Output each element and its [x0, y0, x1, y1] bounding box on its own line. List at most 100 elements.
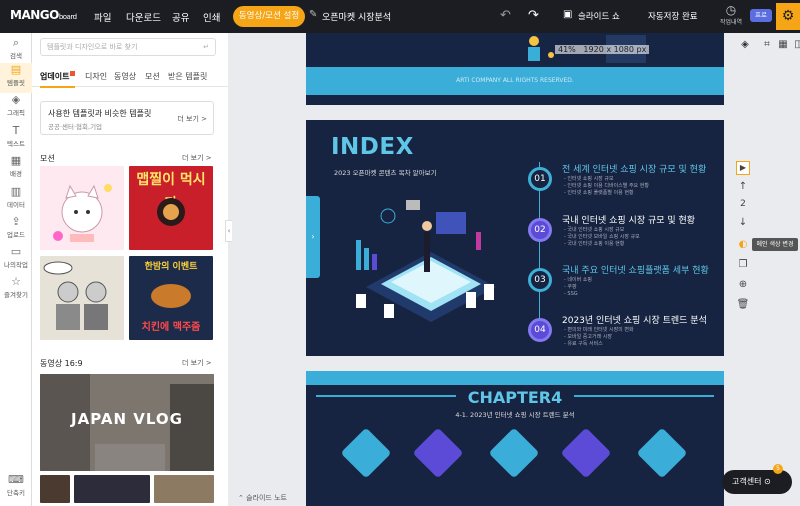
menu-download[interactable]: 다운로드	[126, 10, 161, 24]
tab-video[interactable]: 동영상	[114, 71, 136, 82]
rail-item-shortcut[interactable]: ⌨ 단축키	[0, 473, 32, 503]
slide1-illustration	[528, 35, 646, 63]
grid-icon[interactable]: ▦	[776, 39, 790, 50]
menu-file[interactable]: 파일	[94, 10, 111, 24]
arrow-up-icon[interactable]: ↑	[736, 181, 750, 192]
recommend-title: 사용한 템플릿과 비슷한 템플릿	[48, 109, 152, 118]
slide-3-chapter[interactable]: CHAPTER4 4-1. 2023년 인터넷 쇼핑 시장 트렌드 분석	[306, 371, 724, 506]
document-title[interactable]: 오픈마켓 시장분석	[322, 10, 391, 23]
save-status: 자동저장 완료	[648, 12, 698, 22]
rail-item-text[interactable]: T 텍스트	[0, 124, 32, 154]
motion-section-title: 모션	[40, 154, 55, 163]
slide-1[interactable]: ARTI COMPANY ALL RIGHTS RESERVED.	[306, 33, 724, 105]
recommend-card[interactable]: 사용한 템플릿과 비슷한 템플릿 공공·센터·협회,기업 더 보기 >	[40, 101, 214, 135]
slide-note-toggle[interactable]: ⌃ 슬라이드 노트	[232, 491, 322, 506]
tab-update[interactable]: 업데이트	[40, 71, 76, 88]
people-illustration	[43, 261, 108, 330]
index-number: 02	[528, 218, 552, 242]
edit-icon: ✎	[309, 9, 318, 20]
graphic-icon: ◈	[11, 93, 21, 106]
rail-item-favorites[interactable]: ☆ 즐겨찾기	[0, 275, 32, 305]
motion-more-link[interactable]: 더 보기 >	[182, 153, 212, 163]
rail-item-my-work[interactable]: ▭ 나의작업	[0, 245, 32, 275]
arrow-down-icon[interactable]: ↓	[736, 217, 750, 228]
template-thumb-small[interactable]	[74, 475, 150, 503]
index-number: 04	[528, 318, 552, 342]
index-item-title: 2023년 인터넷 쇼핑 시장 트렌드 분석	[562, 316, 707, 326]
rail-item-background[interactable]: ▦ 배경	[0, 154, 32, 184]
index-item-desc: - 편의와 미래 인터넷 시장의 변화 - 모바일 중고거래 시장 - 유료 구독 …	[564, 327, 634, 347]
rail-item-graphic[interactable]: ◈ 그래픽	[0, 93, 32, 123]
trash-icon[interactable]: 🗑	[736, 299, 750, 310]
template-thumb-cat[interactable]	[40, 166, 124, 250]
rail-item-search[interactable]: ⌕ 검색	[0, 36, 32, 66]
index-item-desc: - 인터넷 쇼핑 시장 규모 - 인터넷 쇼핑 이용 디바이스별 주요 현황 - 인…	[564, 176, 649, 196]
recommend-more-link[interactable]: 더 보기 >	[177, 114, 207, 124]
menu-share[interactable]: 공유	[172, 10, 189, 24]
menu-print[interactable]: 인쇄	[203, 10, 220, 24]
video-thumb-title: JAPAN VLOG	[71, 410, 183, 428]
rail-item-template[interactable]: ▤ 템플릿	[0, 63, 32, 93]
layers-icon[interactable]: ◈	[738, 39, 752, 50]
undo-icon[interactable]: ↶	[500, 8, 511, 23]
index-item-title: 국내 주요 인터넷 쇼핑플랫폼 세부 현황	[562, 266, 709, 276]
index-item-title: 국내 인터넷 쇼핑 시장 규모 및 현황	[562, 216, 696, 226]
redo-icon[interactable]: ↷	[528, 8, 539, 23]
search-input[interactable]: 템플릿과 디자인으로 바로 찾기 ↵	[40, 38, 216, 56]
chat-icon: ⊙	[764, 477, 771, 486]
gear-icon[interactable]: ⚙	[776, 3, 800, 30]
index-item-title: 전 세계 인터넷 쇼핑 시장 규모 및 현황	[562, 165, 707, 175]
rail-item-upload[interactable]: ⇪ 업로드	[0, 215, 32, 245]
template-thumb-small[interactable]	[40, 475, 70, 503]
template-thumb-elderly[interactable]	[40, 256, 124, 340]
tab-design[interactable]: 디자인	[85, 71, 107, 82]
help-center-button[interactable]: 고객센터 ⊙	[722, 470, 792, 494]
duplicate-icon[interactable]: ❐	[736, 259, 750, 270]
history-icon: ◷	[725, 3, 737, 17]
slideshow-icon[interactable]: ▣	[563, 9, 572, 20]
slide-2-index[interactable]: INDEX 2023 오픈마켓 콘텐츠 목차 알아보기 01 전 세계 인터넷 …	[306, 120, 724, 356]
palette-icon[interactable]: ◐	[736, 239, 750, 250]
video-more-link[interactable]: 더 보기 >	[182, 358, 212, 368]
note-icon: ⌃	[238, 494, 244, 502]
background-icon: ▦	[10, 154, 22, 167]
icon-tile-globe	[340, 427, 392, 479]
workspace-button[interactable]: ◷ 작업내역	[716, 3, 746, 26]
play-icon[interactable]: ▶	[736, 161, 750, 175]
notification-badge: 5	[773, 464, 783, 474]
crop-icon[interactable]: ⌗	[760, 39, 774, 50]
index-number: 03	[528, 268, 552, 292]
left-rail: ⌕ 검색 ▤ 템플릿 ◈ 그래픽 T 텍스트 ▦ 배경 ▥ 데이터 ⇪ 업로드 ▭ 나의작업 ☆…	[0, 33, 32, 506]
add-icon[interactable]: ⊕	[736, 279, 750, 290]
motion-settings-button[interactable]: 동영상/모션 설정	[233, 6, 305, 27]
recommend-subtitle: 공공·센터·협회,기업	[48, 123, 103, 131]
search-icon: ⌕	[12, 36, 20, 49]
keyboard-icon: ⌨	[8, 473, 24, 486]
slideshow-button[interactable]: 슬라이드 쇼	[578, 10, 620, 22]
video-section-title: 동영상 16:9	[40, 359, 83, 368]
index-number: 01	[528, 167, 552, 191]
data-icon: ▥	[10, 185, 22, 198]
isometric-illustration	[356, 200, 496, 322]
plan-badge[interactable]: 프로	[750, 9, 772, 22]
panel-tabs: 업데이트 디자인 동영상 모션 받은 템플릿	[32, 67, 228, 88]
chapter-band	[306, 371, 724, 385]
template-thumb-small[interactable]	[154, 475, 214, 503]
enter-icon[interactable]: ↵	[203, 39, 209, 55]
text-icon: T	[12, 124, 20, 137]
tab-received[interactable]: 받은 템플릿	[168, 71, 207, 82]
slide-side-handle[interactable]: ›	[306, 196, 320, 278]
template-thumb-video[interactable]: JAPAN VLOG	[40, 374, 214, 471]
zoom-control[interactable]: 41% 1920 x 1080 px	[555, 45, 650, 54]
thumb-subtitle: 치킨에 맥주줌	[141, 322, 201, 333]
template-thumb-chicken[interactable]: 한밤의 이벤트 치킨에 맥주줌	[129, 256, 213, 340]
rail-item-data[interactable]: ▥ 데이터	[0, 185, 32, 215]
tab-motion[interactable]: 모션	[145, 71, 160, 82]
template-thumb-food[interactable]: 맵찔이 먹시다	[129, 166, 213, 250]
slide1-footer: ARTI COMPANY ALL RIGHTS RESERVED.	[306, 67, 724, 95]
icon-tile-sale	[636, 427, 688, 479]
logo[interactable]: MANGOboard	[10, 8, 77, 22]
page-number: 2	[740, 199, 746, 209]
upload-icon: ⇪	[11, 215, 21, 228]
panel-icon[interactable]: ◫	[792, 39, 800, 50]
